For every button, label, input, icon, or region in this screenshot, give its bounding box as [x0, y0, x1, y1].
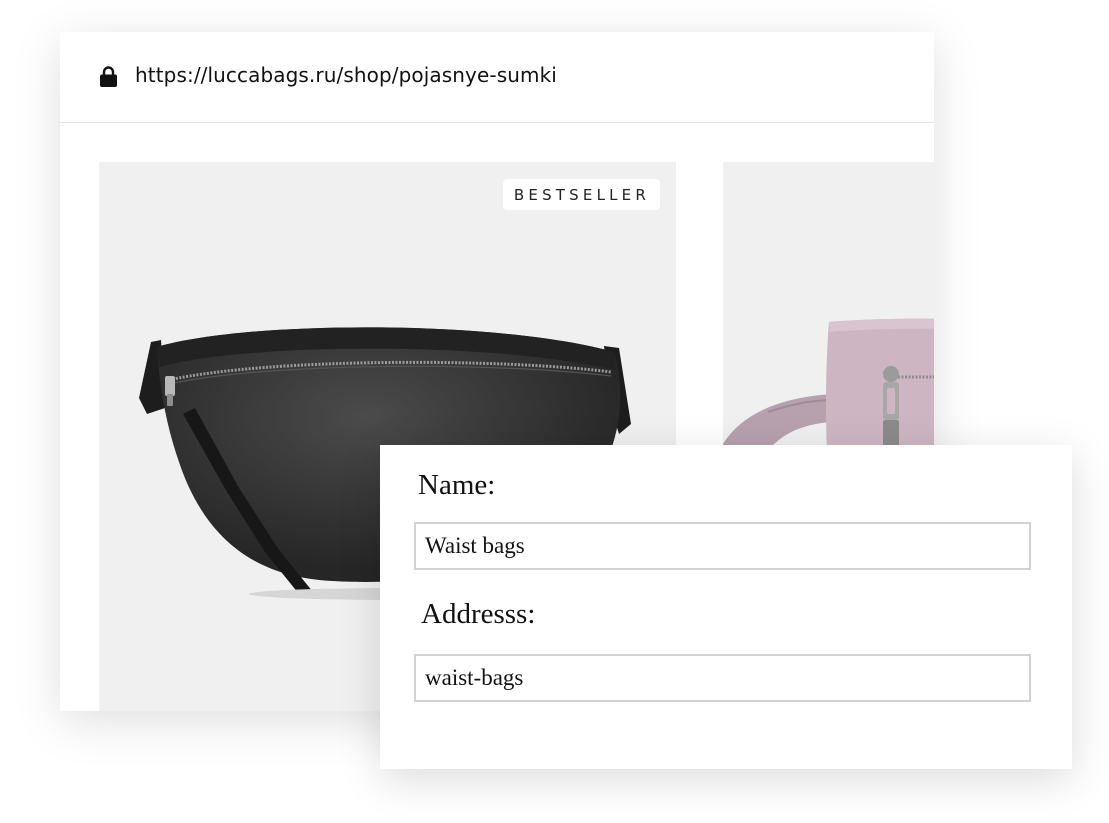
lock-icon — [100, 66, 117, 87]
url-text[interactable]: https://luccabags.ru/shop/pojasnye-sumki — [135, 63, 557, 87]
name-label: Name: — [418, 469, 496, 501]
address-input[interactable] — [414, 654, 1031, 702]
name-input[interactable] — [414, 522, 1031, 570]
bestseller-badge: BESTSELLER — [502, 179, 660, 210]
page-settings-form: Name: Addresss: — [380, 445, 1072, 769]
address-bar[interactable]: https://luccabags.ru/shop/pojasnye-sumki — [60, 32, 934, 123]
address-label: Addresss: — [421, 598, 536, 630]
